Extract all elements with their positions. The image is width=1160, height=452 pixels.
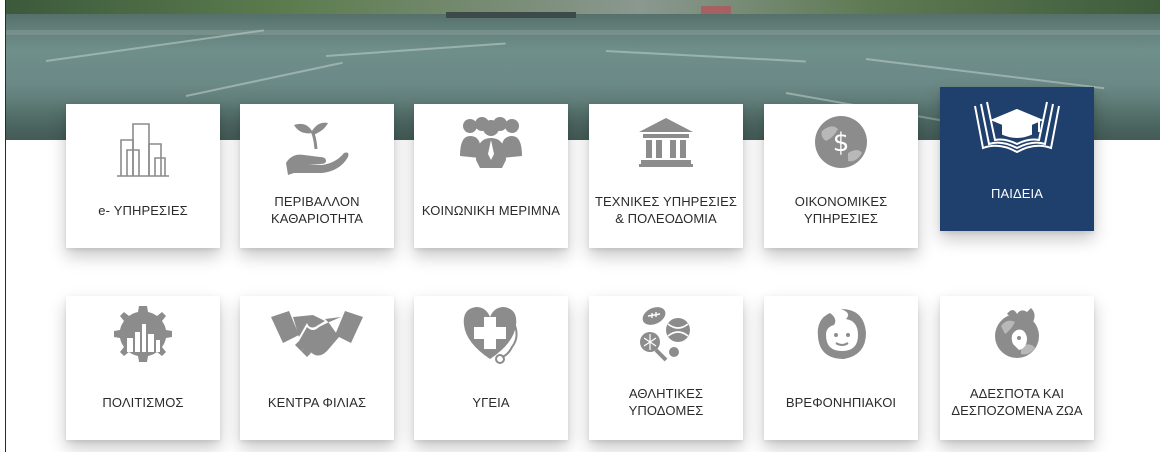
- classical-building-icon: [589, 112, 743, 172]
- tile-label: ΑΔΕΣΠΟΤΑ ΚΑΙ ΔΕΣΠΟΖΟΜΕΝΑ ΖΩΑ: [940, 376, 1094, 428]
- tile-label-line: ΒΡΕΦΟΝΗΠΙΑΚΟΙ: [785, 394, 897, 410]
- service-tile-technical[interactable]: ΤΕΧΝΙΚΕΣ ΥΠΗΡΕΣΙΕΣ & ΠΟΛΕΟΔΟΜΙΑ: [589, 104, 743, 248]
- people-group-icon: [414, 112, 568, 172]
- service-tile-environment[interactable]: ΠΕΡΙΒΑΛΛΟΝ ΚΑΘΑΡΙΟΤΗΤΑ: [240, 104, 394, 248]
- hero-parking-stripe: [605, 50, 806, 63]
- tile-label: ΑΘΛΗΤΙΚΕΣ ΥΠΟΔΟΜΕΣ: [589, 376, 743, 428]
- service-tile-friendship[interactable]: ΚΕΝΤΡΑ ΦΙΛΙΑΣ: [240, 296, 394, 440]
- tile-label-line: ΤΕΧΝΙΚΕΣ ΥΠΗΡΕΣΙΕΣ: [595, 194, 737, 209]
- service-tile-animals[interactable]: ΑΔΕΣΠΟΤΑ ΚΑΙ ΔΕΣΠΟΖΟΜΕΝΑ ΖΩΑ: [940, 296, 1094, 440]
- tile-label: ΤΕΧΝΙΚΕΣ ΥΠΗΡΕΣΙΕΣ & ΠΟΛΕΟΔΟΜΙΑ: [589, 184, 743, 236]
- tile-label-line: ΔΕΣΠΟΖΟΜΕΝΑ ΖΩΑ: [951, 403, 1083, 418]
- globe-dollar-icon: $: [764, 112, 918, 172]
- service-tile-culture[interactable]: ΠΟΛΙΤΙΣΜΟΣ: [66, 296, 220, 440]
- heart-cross-icon: [414, 302, 568, 366]
- tile-label-line: & ΠΟΛΕΟΔΟΜΙΑ: [615, 211, 717, 226]
- service-tile-nursery[interactable]: ΒΡΕΦΟΝΗΠΙΑΚΟΙ: [764, 296, 918, 440]
- service-tile-education[interactable]: ΠΑΙΔΕΙΑ: [940, 87, 1094, 231]
- hero-parking-stripe: [325, 42, 506, 57]
- tile-label-line: ΚΟΙΝΩΝΙΚΗ ΜΕΡΙΜΝΑ: [421, 202, 561, 218]
- handshake-icon: [240, 302, 394, 366]
- sports-balls-icon: [589, 300, 743, 366]
- tile-label: ΠΑΙΔΕΙΑ: [940, 167, 1094, 219]
- tile-label-line: ΚΑΘΑΡΙΟΤΗΤΑ: [270, 211, 364, 226]
- tile-label: ΚΟΙΝΩΝΙΚΗ ΜΕΡΙΜΝΑ: [414, 184, 568, 236]
- tile-label-line: ΟΙΚΟΝΟΜΙΚΕΣ: [794, 194, 888, 209]
- baby-icon: [764, 302, 918, 366]
- tile-label-line: ΑΘΛΗΤΙΚΕΣ: [628, 386, 704, 401]
- service-tile-health[interactable]: ΥΓΕΙΑ: [414, 296, 568, 440]
- hero-parking-stripe: [185, 61, 343, 97]
- tile-label: ΠΟΛΙΤΙΣΜΟΣ: [66, 376, 220, 428]
- tile-label-line: ΠΟΛΙΤΙΣΜΟΣ: [102, 394, 184, 410]
- tile-label: ΠΕΡΙΒΑΛΛΟΝ ΚΑΘΑΡΙΟΤΗΤΑ: [240, 184, 394, 236]
- globe-pets-icon: [940, 302, 1094, 366]
- hero-curb-sign: [446, 12, 576, 18]
- tile-label-line: ΠΑΙΔΕΙΑ: [990, 185, 1043, 201]
- tile-label: ΚΕΝΤΡΑ ΦΙΛΙΑΣ: [240, 376, 394, 428]
- tile-label: ΥΓΕΙΑ: [414, 376, 568, 428]
- service-tile-social-care[interactable]: ΚΟΙΝΩΝΙΚΗ ΜΕΡΙΜΝΑ: [414, 104, 568, 248]
- tile-label: ΒΡΕΦΟΝΗΠΙΑΚΟΙ: [764, 376, 918, 428]
- hero-red-marking: [701, 6, 731, 14]
- tile-label-line: ΑΔΕΣΠΟΤΑ ΚΑΙ: [969, 386, 1065, 401]
- graduation-book-icon: [940, 93, 1094, 161]
- service-tile-financial[interactable]: $ ΟΙΚΟΝΟΜΙΚΕΣ ΥΠΗΡΕΣΙΕΣ: [764, 104, 918, 248]
- tile-label: ΟΙΚΟΝΟΜΙΚΕΣ ΥΠΗΡΕΣΙΕΣ: [764, 184, 918, 236]
- tile-label-line: ΥΠΟΔΟΜΕΣ: [628, 403, 704, 418]
- hero-curb: [6, 30, 1160, 35]
- svg-text:$: $: [833, 128, 850, 158]
- hero-parking-stripe: [865, 58, 1105, 90]
- plant-hand-icon: [240, 114, 394, 182]
- tile-label-line: ΚΕΝΤΡΑ ΦΙΛΙΑΣ: [267, 394, 367, 410]
- tile-label-line: ΠΕΡΙΒΑΛΛΟΝ: [274, 194, 360, 209]
- tile-label-line: e- ΥΠΗΡΕΣΙΕΣ: [98, 202, 188, 218]
- tile-label-line: ΥΓΕΙΑ: [472, 394, 510, 410]
- gear-city-icon: [66, 302, 220, 366]
- tile-label-line: ΥΠΗΡΕΣΙΕΣ: [803, 211, 879, 226]
- buildings-icon: [66, 114, 220, 182]
- service-tile-sports[interactable]: ΑΘΛΗΤΙΚΕΣ ΥΠΟΔΟΜΕΣ: [589, 296, 743, 440]
- service-tile-e-services[interactable]: e- ΥΠΗΡΕΣΙΕΣ: [66, 104, 220, 248]
- tile-label: e- ΥΠΗΡΕΣΙΕΣ: [66, 184, 220, 236]
- hero-treeline: [6, 0, 1160, 14]
